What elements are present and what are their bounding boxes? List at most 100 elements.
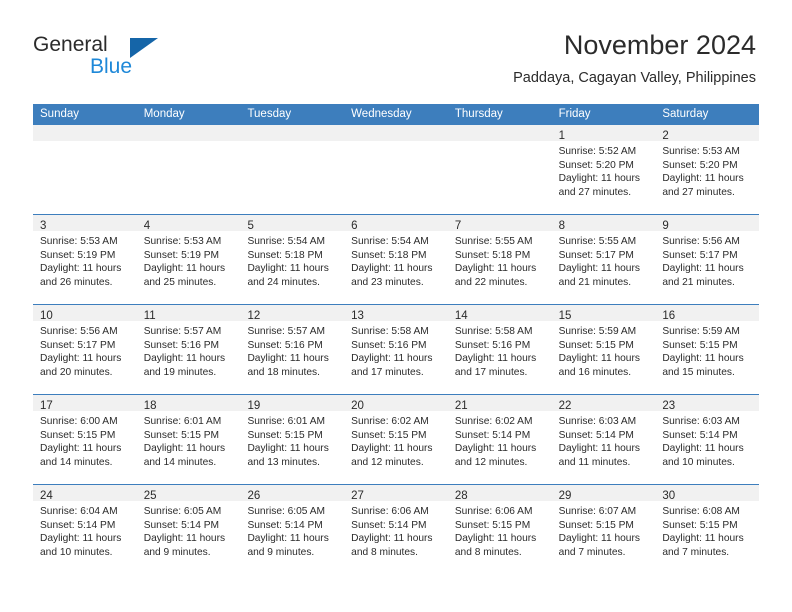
day-number: 30: [662, 490, 676, 502]
sunset-text: Sunset: 5:14 PM: [351, 519, 427, 531]
day-cell[interactable]: 14 Sunrise: 5:58 AM Sunset: 5:16 PM Dayl…: [447, 305, 552, 394]
sunset-text: Sunset: 5:16 PM: [351, 339, 427, 351]
day-cell[interactable]: [240, 125, 345, 214]
day-cell-header: 29: [551, 485, 656, 502]
daylight-line2: and 12 minutes.: [454, 456, 528, 468]
daylight-line2: and 12 minutes.: [351, 456, 424, 468]
day-cell[interactable]: 7 Sunrise: 5:55 AM Sunset: 5:18 PM Dayli…: [447, 215, 552, 304]
sunrise-text: Sunrise: 6:02 AM: [454, 416, 533, 427]
day-number: 5: [247, 220, 254, 232]
day-cell-body: Sunrise: 6:07 AM Sunset: 5:15 PM Dayligh…: [552, 501, 656, 559]
day-cell[interactable]: 15 Sunrise: 5:59 AM Sunset: 5:15 PM Dayl…: [551, 305, 656, 394]
day-cell[interactable]: [344, 125, 448, 214]
day-number: 4: [143, 220, 151, 232]
daylight-line1: Daylight: 11 hours: [351, 443, 433, 455]
day-cell-header: 18: [136, 395, 241, 412]
daylight-line1: Daylight: 11 hours: [247, 353, 329, 365]
weekday-header-tuesday: Tuesday: [247, 108, 292, 120]
day-cell[interactable]: 19 Sunrise: 6:01 AM Sunset: 5:15 PM Dayl…: [240, 395, 345, 484]
day-cell[interactable]: 6 Sunrise: 5:54 AM Sunset: 5:18 PM Dayli…: [344, 215, 448, 304]
daylight-line2: and 22 minutes.: [454, 276, 528, 288]
weekday-header-thursday: Thursday: [454, 108, 503, 120]
day-number: 20: [351, 400, 364, 412]
day-cell[interactable]: 2 Sunrise: 5:53 AM Sunset: 5:20 PM Dayli…: [655, 125, 760, 214]
sunset-text: Sunset: 5:16 PM: [143, 339, 220, 351]
day-cell[interactable]: 1 Sunrise: 5:52 AM Sunset: 5:20 PM Dayli…: [551, 125, 656, 214]
day-cell-body: Sunrise: 6:06 AM Sunset: 5:15 PM Dayligh…: [448, 501, 552, 559]
daylight-line1: Daylight: 11 hours: [662, 173, 744, 185]
sunset-text: Sunset: 5:16 PM: [454, 339, 531, 351]
day-cell-header: 15: [551, 305, 656, 322]
daylight-line2: and 21 minutes.: [558, 276, 632, 288]
page-subtitle: Paddaya, Cagayan Valley, Philippines: [513, 70, 756, 86]
day-cell[interactable]: [33, 125, 137, 214]
day-cell-header: 17: [33, 395, 137, 412]
day-cell[interactable]: 12 Sunrise: 5:57 AM Sunset: 5:16 PM Dayl…: [240, 305, 345, 394]
day-cell[interactable]: 4 Sunrise: 5:53 AM Sunset: 5:19 PM Dayli…: [136, 215, 241, 304]
daylight-line2: and 23 minutes.: [351, 276, 424, 288]
day-number: 26: [247, 490, 261, 502]
day-number: 21: [454, 400, 468, 412]
day-cell[interactable]: 13 Sunrise: 5:58 AM Sunset: 5:16 PM Dayl…: [344, 305, 448, 394]
sunrise-text: Sunrise: 5:54 AM: [247, 236, 326, 247]
day-cell[interactable]: 3 Sunrise: 5:53 AM Sunset: 5:19 PM Dayli…: [33, 215, 137, 304]
day-cell-header: 26: [240, 485, 345, 502]
day-cell[interactable]: 10 Sunrise: 5:56 AM Sunset: 5:17 PM Dayl…: [33, 305, 137, 394]
daylight-line1: Daylight: 11 hours: [351, 353, 433, 365]
daylight-line1: Daylight: 11 hours: [662, 533, 744, 545]
daylight-line2: and 24 minutes.: [247, 276, 320, 288]
daylight-line1: Daylight: 11 hours: [247, 263, 329, 275]
day-cell-body: Sunrise: 6:02 AM Sunset: 5:14 PM Dayligh…: [448, 411, 552, 469]
day-cell-header: 20: [344, 395, 448, 412]
sunrise-text: Sunrise: 5:57 AM: [143, 326, 222, 337]
day-number: 3: [40, 220, 47, 232]
day-cell-body: [240, 141, 344, 145]
day-cell[interactable]: 22 Sunrise: 6:03 AM Sunset: 5:14 PM Dayl…: [551, 395, 656, 484]
day-cell[interactable]: [136, 125, 241, 214]
day-cell-header: 1: [551, 125, 656, 142]
sunrise-text: Sunrise: 5:55 AM: [454, 236, 533, 247]
daylight-line2: and 19 minutes.: [143, 366, 217, 378]
day-number: 1: [558, 130, 565, 142]
day-cell[interactable]: 27 Sunrise: 6:06 AM Sunset: 5:14 PM Dayl…: [344, 485, 448, 574]
sunrise-text: Sunrise: 6:06 AM: [351, 506, 429, 517]
day-cell[interactable]: 20 Sunrise: 6:02 AM Sunset: 5:15 PM Dayl…: [344, 395, 448, 484]
page-header: General Blue November 2024 Paddaya, Caga…: [0, 0, 792, 100]
daylight-line2: and 11 minutes.: [558, 456, 631, 468]
day-cell-body: Sunrise: 5:56 AM Sunset: 5:17 PM Dayligh…: [33, 321, 137, 379]
day-cell[interactable]: 9 Sunrise: 5:56 AM Sunset: 5:17 PM Dayli…: [655, 215, 760, 304]
sunset-text: Sunset: 5:20 PM: [662, 159, 738, 171]
day-cell-header: 24: [33, 485, 137, 502]
daylight-line2: and 9 minutes.: [143, 546, 211, 558]
day-cell-body: Sunrise: 6:00 AM Sunset: 5:15 PM Dayligh…: [33, 411, 137, 469]
day-cell-header: [344, 125, 448, 141]
day-cell[interactable]: 16 Sunrise: 5:59 AM Sunset: 5:15 PM Dayl…: [655, 305, 760, 394]
day-cell[interactable]: [447, 125, 552, 214]
day-cell-body: Sunrise: 5:58 AM Sunset: 5:16 PM Dayligh…: [344, 321, 448, 379]
day-cell[interactable]: 29 Sunrise: 6:07 AM Sunset: 5:15 PM Dayl…: [551, 485, 656, 574]
sunset-text: Sunset: 5:14 PM: [662, 429, 738, 441]
week-row: 24 Sunrise: 6:04 AM Sunset: 5:14 PM Dayl…: [33, 484, 760, 574]
day-cell-body: [448, 141, 552, 145]
day-cell[interactable]: 5 Sunrise: 5:54 AM Sunset: 5:18 PM Dayli…: [240, 215, 345, 304]
day-cell[interactable]: 11 Sunrise: 5:57 AM Sunset: 5:16 PM Dayl…: [136, 305, 241, 394]
day-cell[interactable]: 26 Sunrise: 6:05 AM Sunset: 5:14 PM Dayl…: [240, 485, 345, 574]
daylight-line2: and 20 minutes.: [40, 366, 113, 378]
general-blue-logo[interactable]: General Blue: [33, 33, 233, 83]
sunset-text: Sunset: 5:19 PM: [143, 249, 220, 261]
sunset-text: Sunset: 5:15 PM: [454, 519, 531, 531]
day-cell[interactable]: 23 Sunrise: 6:03 AM Sunset: 5:14 PM Dayl…: [655, 395, 760, 484]
day-cell-header: 12: [240, 305, 345, 322]
day-cell[interactable]: 8 Sunrise: 5:55 AM Sunset: 5:17 PM Dayli…: [551, 215, 656, 304]
daylight-line1: Daylight: 11 hours: [454, 443, 537, 455]
day-cell-body: Sunrise: 5:54 AM Sunset: 5:18 PM Dayligh…: [240, 231, 344, 289]
day-cell[interactable]: 24 Sunrise: 6:04 AM Sunset: 5:14 PM Dayl…: [33, 485, 137, 574]
day-cell[interactable]: 28 Sunrise: 6:06 AM Sunset: 5:15 PM Dayl…: [447, 485, 552, 574]
day-cell[interactable]: 30 Sunrise: 6:08 AM Sunset: 5:15 PM Dayl…: [655, 485, 760, 574]
day-cell[interactable]: 17 Sunrise: 6:00 AM Sunset: 5:15 PM Dayl…: [33, 395, 137, 484]
day-cell[interactable]: 21 Sunrise: 6:02 AM Sunset: 5:14 PM Dayl…: [447, 395, 552, 484]
day-cell-body: Sunrise: 6:03 AM Sunset: 5:14 PM Dayligh…: [552, 411, 656, 469]
day-cell[interactable]: 25 Sunrise: 6:05 AM Sunset: 5:14 PM Dayl…: [136, 485, 241, 574]
day-number: 2: [662, 130, 669, 142]
day-cell[interactable]: 18 Sunrise: 6:01 AM Sunset: 5:15 PM Dayl…: [136, 395, 241, 484]
